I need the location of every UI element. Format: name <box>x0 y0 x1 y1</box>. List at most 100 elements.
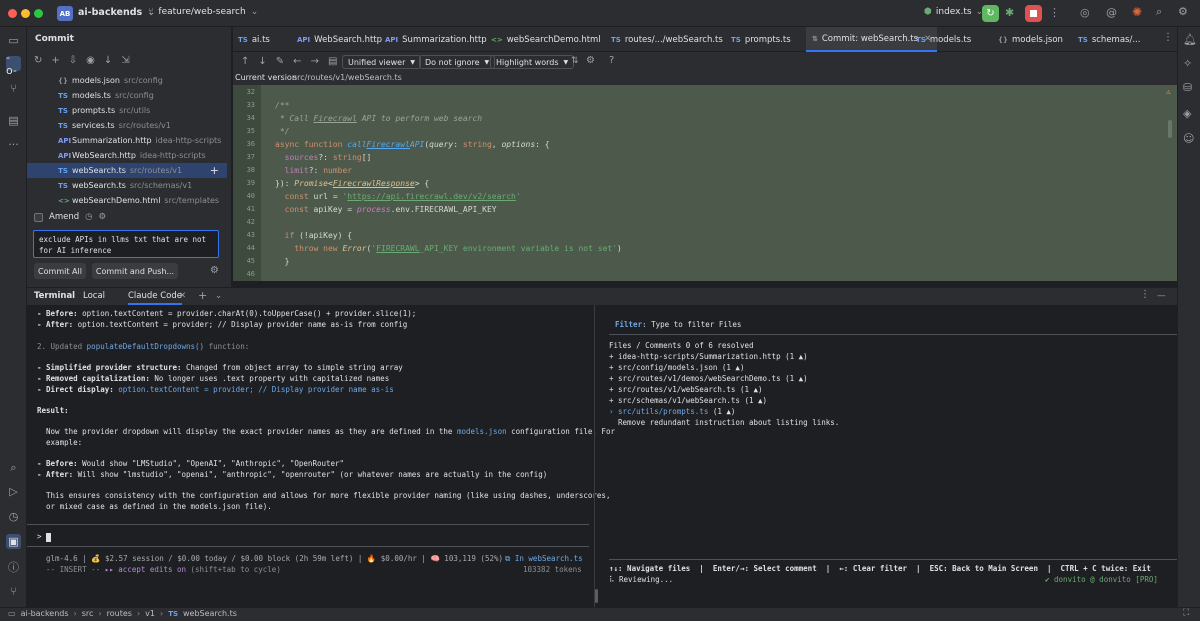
refresh-icon[interactable]: ↻ <box>34 55 42 66</box>
edit-pencil-icon[interactable]: ✎ <box>276 56 284 67</box>
settings-gear-icon[interactable]: ⚙ <box>1178 5 1188 18</box>
amend-checkbox[interactable] <box>34 212 43 222</box>
database-icon[interactable]: ⛁ <box>1183 81 1192 94</box>
terminal-body[interactable]: - Before: option.textContent = provider.… <box>27 305 1177 607</box>
branch-selector[interactable]: ⑂ feature/web-search ⌄ <box>148 7 258 17</box>
search-everywhere-icon[interactable]: ⌕ <box>6 460 21 475</box>
structure-icon[interactable]: ▤ <box>6 113 21 128</box>
shelve-icon[interactable]: ⇩ <box>69 55 77 66</box>
arrow-right-icon[interactable]: → <box>311 56 319 67</box>
settings-icon[interactable]: ⚙ <box>99 212 107 222</box>
terminal-scrollbar[interactable] <box>595 589 598 603</box>
project-selector[interactable]: ai-backends ⌄ <box>78 7 155 18</box>
changed-file-item[interactable]: TS models.ts src/config <box>27 88 227 103</box>
tab-claude-code[interactable]: Claude Code <box>128 291 182 305</box>
git-icon[interactable]: ⑂ <box>6 584 21 599</box>
editor-scrollbar[interactable] <box>1168 120 1172 138</box>
list-icon[interactable]: ▤ <box>328 56 337 67</box>
run-config-selector[interactable]: ⬢ index.ts ⌄ <box>924 7 983 17</box>
lock-icon[interactable]: ⛶ <box>1183 608 1189 618</box>
plugin-sun-icon[interactable]: ✺ <box>1132 5 1142 19</box>
history-icon[interactable]: ◷ <box>85 212 92 222</box>
prompt-line[interactable]: > <box>37 532 52 542</box>
changed-file-item[interactable]: {} models.json src/config <box>27 73 227 88</box>
chevron-down-icon[interactable]: ⌄ <box>215 291 222 301</box>
commit-options-gear-icon[interactable]: ⚙ <box>210 265 219 276</box>
review-file-item[interactable]: + src/routes/v1/demos/webSearchDemo.ts (… <box>609 374 808 383</box>
more-tools-icon[interactable]: ··· <box>6 137 21 152</box>
commit-and-push-button[interactable]: Commit and Push... <box>92 263 178 279</box>
highlight-dropdown[interactable]: Highlight words ▼ <box>490 55 575 69</box>
changed-file-item[interactable]: TS prompts.ts src/utils <box>27 103 227 118</box>
stop-button[interactable] <box>1025 5 1042 22</box>
collapse-icon[interactable]: ⇲ <box>121 55 129 66</box>
breadcrumb-item[interactable]: src <box>82 609 94 618</box>
commit-all-button[interactable]: Commit All <box>34 263 86 279</box>
warning-icon[interactable]: ⚠ <box>1166 87 1171 96</box>
breadcrumb-item[interactable]: v1 <box>145 609 155 618</box>
editor-tab[interactable]: <> webSearchDemo.html <box>491 27 601 52</box>
download-icon[interactable]: ↓ <box>104 55 112 66</box>
rerun-button[interactable]: ↻ <box>982 5 999 22</box>
more-tabs-icon[interactable]: ⋮ <box>1163 32 1173 43</box>
copilot-icon[interactable]: ☺ <box>1183 132 1194 145</box>
breadcrumb-item[interactable]: webSearch.ts <box>183 609 237 618</box>
close-icon[interactable]: ✕ <box>179 291 186 301</box>
editor-tab[interactable]: TS schemas/... <box>1078 27 1140 52</box>
review-file-item[interactable]: + src/config/models.json (1 ▲) <box>609 363 744 372</box>
review-file-item[interactable]: + src/schemas/v1/webSearch.ts (1 ▲) <box>609 396 767 405</box>
problems-icon[interactable]: ⓘ <box>6 559 21 574</box>
review-file-item[interactable]: + src/routes/v1/webSearch.ts (1 ▲) <box>609 385 763 394</box>
ai-chat-icon[interactable]: ✧ <box>1183 57 1192 70</box>
tab-local[interactable]: Local <box>83 291 105 301</box>
more-options-icon[interactable]: ⋮ <box>1140 289 1150 300</box>
review-file-item-selected[interactable]: › src/utils/prompts.ts (1 ▲) <box>609 407 735 416</box>
add-icon[interactable]: + <box>51 55 59 66</box>
debug-icon[interactable]: ✱ <box>1005 6 1014 19</box>
editor-tab[interactable]: TS routes/.../webSearch.ts <box>611 27 723 52</box>
search-icon[interactable]: ⌕ <box>1156 5 1162 19</box>
filter-line[interactable]: Filter: Type to filter Files <box>615 320 741 329</box>
review-file-item[interactable]: + idea-http-scripts/Summarization.http (… <box>609 352 808 361</box>
notifications-icon[interactable]: 🔔︎ <box>1183 33 1197 46</box>
collapse-unchanged-icon[interactable]: ⇅ <box>571 56 579 66</box>
run-icon[interactable]: ▷ <box>6 484 21 499</box>
minimize-panel-icon[interactable]: — <box>1157 291 1166 301</box>
new-tab-plus-icon[interactable]: + <box>198 289 207 302</box>
arrow-down-icon[interactable]: ↓ <box>258 56 266 67</box>
diff-settings-gear-icon[interactable]: ⚙ <box>586 55 595 66</box>
commit-message-input[interactable]: exclude APIs in llms txt that are not fo… <box>33 230 219 258</box>
changed-file-item[interactable]: API WebSearch.http idea-http-scripts <box>27 148 227 163</box>
swirl-icon[interactable]: @ <box>1106 6 1117 19</box>
editor-tab[interactable]: TS prompts.ts <box>731 27 791 52</box>
more-actions-icon[interactable]: ⋮ <box>1049 6 1060 19</box>
gradle-icon[interactable]: ◈ <box>1183 107 1191 120</box>
project-folder-icon[interactable]: ▭ <box>6 33 21 48</box>
ignore-whitespace-dropdown[interactable]: Do not ignore ▼ <box>419 55 496 69</box>
arrow-up-icon[interactable]: ↑ <box>241 56 249 67</box>
maximize-window-button[interactable] <box>34 9 43 18</box>
editor-tab[interactable]: TS ai.ts <box>238 27 270 52</box>
editor-tab[interactable]: API WebSearch.http <box>297 27 382 52</box>
commit-icon[interactable]: -o- <box>6 51 21 77</box>
ai-assistant-icon[interactable]: ◎ <box>1080 6 1090 19</box>
code-editor[interactable]: 32 33 34 35 36 37 38 39 40 41 42 43 44 45 46 /** * Cal… <box>233 85 1177 281</box>
services-icon[interactable]: ◷ <box>6 509 21 524</box>
viewer-mode-dropdown[interactable]: Unified viewer ▼ <box>342 55 421 69</box>
terminal-icon[interactable]: ▣ <box>6 534 21 549</box>
close-window-button[interactable] <box>8 9 17 18</box>
changed-file-item[interactable]: TS webSearch.ts src/routes/v1 + <box>27 163 227 178</box>
add-file-icon[interactable]: + <box>210 164 219 177</box>
editor-tab[interactable]: TS models.ts <box>916 27 971 52</box>
minimize-window-button[interactable] <box>21 9 30 18</box>
pull-requests-icon[interactable]: ⑂ <box>6 81 21 96</box>
editor-tab[interactable]: {} models.json <box>998 27 1063 52</box>
breadcrumb-item[interactable]: routes <box>107 609 132 618</box>
arrow-left-icon[interactable]: ← <box>293 56 301 67</box>
changed-file-item[interactable]: <> webSearchDemo.html src/templates <box>27 193 227 208</box>
help-icon[interactable]: ? <box>609 55 614 66</box>
changed-file-item[interactable]: API Summarization.http idea-http-scripts <box>27 133 227 148</box>
breadcrumb-item[interactable]: ai-backends <box>21 609 69 618</box>
changed-file-item[interactable]: TS services.ts src/routes/v1 <box>27 118 227 133</box>
editor-tab[interactable]: API Summarization.http <box>385 27 487 52</box>
